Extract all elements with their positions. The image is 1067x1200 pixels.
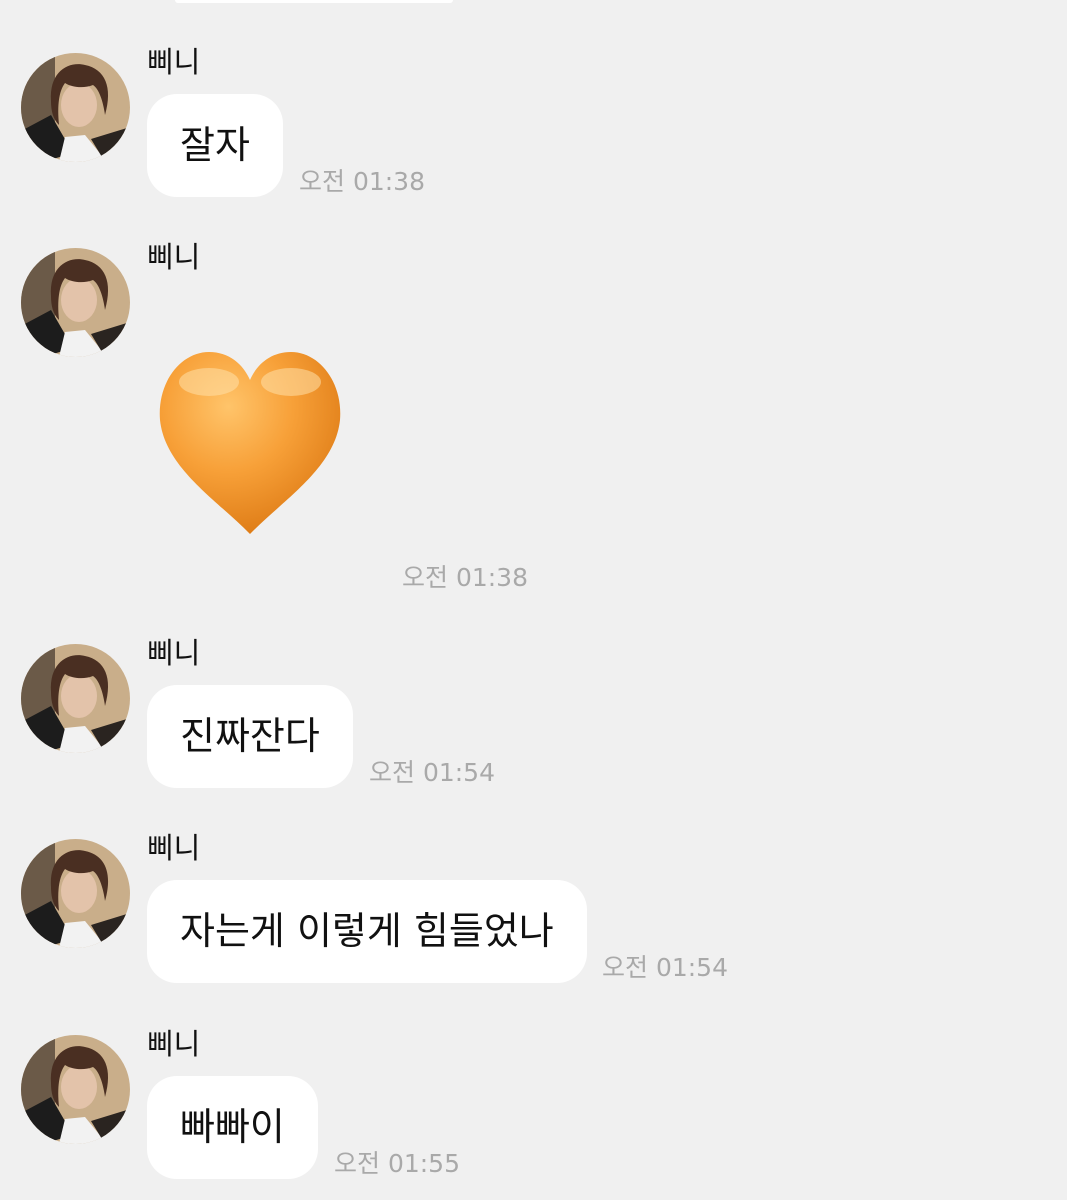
message-bubble[interactable]: 자는게 이렇게 힘들었나 — [147, 880, 587, 983]
orange-heart-icon[interactable] — [157, 350, 343, 536]
message-bubble[interactable]: 진짜잔다 — [147, 685, 353, 788]
sender-name: 삐니 — [147, 45, 201, 79]
sender-name: 삐니 — [147, 831, 201, 865]
previous-message-edge — [175, 0, 453, 3]
message-timestamp: 오전 01:54 — [369, 758, 495, 787]
sender-name: 삐니 — [147, 240, 201, 274]
avatar[interactable] — [21, 53, 130, 162]
avatar[interactable] — [21, 839, 130, 948]
sender-name: 삐니 — [147, 636, 201, 670]
message-bubble[interactable]: 빠빠이 — [147, 1076, 318, 1179]
message-timestamp: 오전 01:55 — [334, 1149, 460, 1178]
message-timestamp: 오전 01:38 — [299, 167, 425, 196]
message-bubble[interactable]: 잘자 — [147, 94, 283, 197]
message-timestamp: 오전 01:38 — [402, 563, 528, 592]
avatar[interactable] — [21, 1035, 130, 1144]
avatar[interactable] — [21, 644, 130, 753]
message-timestamp: 오전 01:54 — [602, 953, 728, 982]
avatar[interactable] — [21, 248, 130, 357]
sender-name: 삐니 — [147, 1027, 201, 1061]
